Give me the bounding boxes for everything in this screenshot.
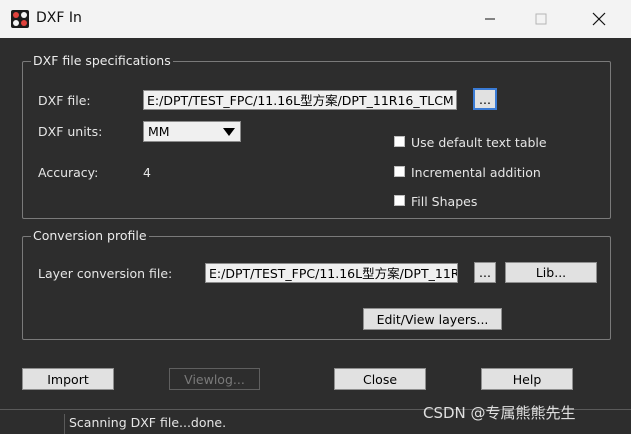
minimize-button[interactable] bbox=[467, 0, 513, 38]
layer-conversion-label: Layer conversion file: bbox=[38, 266, 173, 281]
conversion-profile-title: Conversion profile bbox=[31, 228, 149, 243]
dxf-units-select[interactable]: MM bbox=[143, 121, 241, 142]
dxf-spec-title: DXF file specifications bbox=[31, 53, 173, 68]
status-divider bbox=[64, 414, 65, 434]
watermark: CSDN @专属熊熊先生 bbox=[423, 404, 576, 422]
import-button[interactable]: Import bbox=[22, 368, 114, 390]
fill-shapes-label: Fill Shapes bbox=[411, 194, 478, 209]
dxf-file-field[interactable]: E:/DPT/TEST_FPC/11.16L型方案/DPT_11R16_TLCM… bbox=[143, 90, 457, 110]
close-icon bbox=[592, 12, 606, 26]
layer-conversion-browse-button[interactable]: ... bbox=[474, 262, 496, 283]
incremental-addition-label: Incremental addition bbox=[411, 165, 541, 180]
maximize-icon bbox=[535, 13, 547, 25]
use-default-text-table-label: Use default text table bbox=[411, 135, 547, 150]
app-icon bbox=[11, 10, 29, 28]
edit-view-layers-button[interactable]: Edit/View layers... bbox=[363, 308, 502, 330]
dxf-units-label: DXF units: bbox=[38, 124, 103, 139]
dxf-file-browse-button[interactable]: ... bbox=[473, 88, 497, 110]
use-default-text-table-checkbox[interactable] bbox=[394, 136, 405, 147]
dxf-units-value: MM bbox=[148, 124, 170, 139]
viewlog-button[interactable]: Viewlog... bbox=[169, 368, 260, 390]
help-button[interactable]: Help bbox=[481, 368, 573, 390]
window-title: DXF In bbox=[36, 10, 82, 26]
title-bar: DXF In bbox=[0, 0, 631, 38]
minimize-icon bbox=[485, 18, 495, 20]
accuracy-label: Accuracy: bbox=[38, 165, 99, 180]
layer-conversion-field[interactable]: E:/DPT/TEST_FPC/11.16L型方案/DPT_11R16_ bbox=[205, 263, 458, 283]
close-window-button[interactable] bbox=[576, 0, 622, 38]
incremental-addition-checkbox[interactable] bbox=[394, 166, 405, 177]
maximize-button[interactable] bbox=[518, 0, 564, 38]
fill-shapes-checkbox[interactable] bbox=[394, 195, 405, 206]
close-button[interactable]: Close bbox=[334, 368, 426, 390]
accuracy-value: 4 bbox=[143, 165, 151, 180]
lib-button[interactable]: Lib... bbox=[505, 262, 597, 283]
conversion-profile-group: Conversion profile bbox=[22, 228, 611, 340]
dxf-file-label: DXF file: bbox=[38, 93, 91, 108]
status-text: Scanning DXF file...done. bbox=[69, 415, 227, 430]
chevron-down-icon bbox=[223, 128, 235, 136]
